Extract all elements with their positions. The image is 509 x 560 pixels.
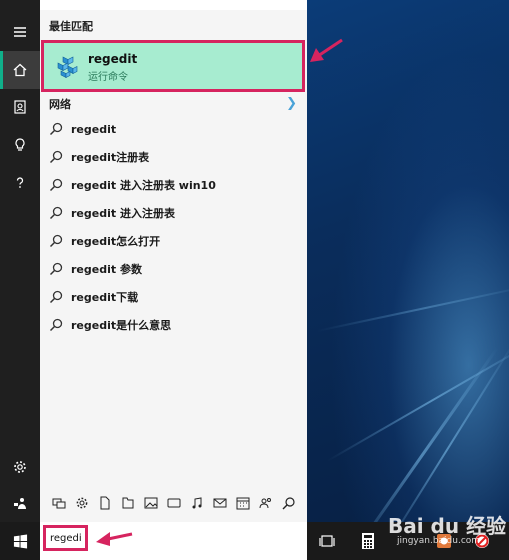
screenshot-frame: 最佳匹配 regedit 运行命令 网络 ❯ regedit regedit注册表… [0,0,509,560]
help-icon [16,177,24,188]
search-results-panel: 最佳匹配 regedit 运行命令 网络 ❯ regedit regedit注册表… [40,10,307,522]
notebook-icon [14,100,26,114]
videos-filter-icon[interactable] [165,494,182,511]
web-result-item[interactable]: regedit 进入注册表 [48,203,298,223]
web-result-label: regedit下载 [71,291,139,304]
help-button[interactable] [0,164,40,202]
task-view-icon [319,535,335,547]
web-result-item[interactable]: regedit 参数 [48,259,298,279]
search-magnifier-icon [49,262,63,276]
feedback-button[interactable] [0,484,40,522]
notebook-button[interactable] [0,88,40,126]
best-match-title: regedit [88,52,138,66]
lightbulb-icon [15,138,25,151]
watermark-logo: Bai du 经验 [388,514,507,538]
hamburger-menu-button[interactable] [0,13,40,51]
search-magnifier-icon [49,150,63,164]
settings-filter-icon[interactable] [73,494,90,511]
start-button[interactable] [0,522,40,560]
search-input[interactable] [43,525,88,551]
settings-button[interactable] [0,448,40,486]
web-result-item[interactable]: regedit下载 [48,287,298,307]
registry-editor-icon [57,56,78,78]
people-filter-icon[interactable] [257,494,274,511]
web-result-item[interactable]: regedit 进入注册表 win10 [48,175,298,195]
taskbar-search-box[interactable] [40,522,307,560]
music-filter-icon[interactable] [188,494,205,511]
apps-filter-icon[interactable] [50,494,67,511]
feedback-icon [14,498,26,509]
email-filter-icon[interactable] [211,494,228,511]
search-filter-bar [50,494,297,511]
photos-filter-icon[interactable] [142,494,159,511]
search-magnifier-icon [49,318,63,332]
home-icon [13,63,27,77]
web-result-label: regedit 进入注册表 win10 [71,179,216,192]
best-match-result[interactable]: regedit 运行命令 [41,40,305,92]
best-match-subtitle: 运行命令 [88,72,128,83]
web-result-item[interactable]: regedit [48,119,298,139]
search-magnifier-icon [49,206,63,220]
web-result-label: regedit [71,122,117,136]
interests-button[interactable] [0,126,40,164]
search-magnifier-icon [49,234,63,248]
hamburger-menu-icon [14,27,26,37]
annotation-arrow-best-match [310,38,343,62]
desktop-wallpaper [307,0,509,560]
calendar-filter-icon[interactable] [234,494,251,511]
task-view-button[interactable] [317,531,337,551]
web-result-item[interactable]: regedit怎么打开 [48,231,298,251]
web-result-item[interactable]: regedit注册表 [48,147,298,167]
best-match-heading: 最佳匹配 [49,20,93,33]
documents-filter-icon[interactable] [96,494,113,511]
start-left-rail [0,0,40,522]
web-result-label: regedit 参数 [71,263,142,276]
search-magnifier-icon [49,178,63,192]
folders-filter-icon[interactable] [119,494,136,511]
calculator-button[interactable] [358,531,378,551]
calculator-icon [362,533,374,549]
web-result-item[interactable]: regedit是什么意思 [48,315,298,335]
settings-gear-icon [14,461,26,473]
web-heading: 网络 [49,98,71,111]
web-result-label: regedit怎么打开 [71,235,161,248]
watermark-url: jingyan.baidu.com [397,536,481,546]
annotation-arrow-search-box [96,532,133,546]
search-magnifier-icon [49,290,63,304]
web-result-label: regedit 进入注册表 [71,207,175,220]
web-result-label: regedit注册表 [71,151,150,164]
web-search-filter-icon[interactable] [280,494,297,511]
web-result-label: regedit是什么意思 [71,319,172,332]
home-button[interactable] [0,51,40,89]
web-expand-chevron-icon[interactable]: ❯ [286,96,297,111]
windows-logo-icon [13,533,27,549]
search-magnifier-icon [49,122,63,136]
